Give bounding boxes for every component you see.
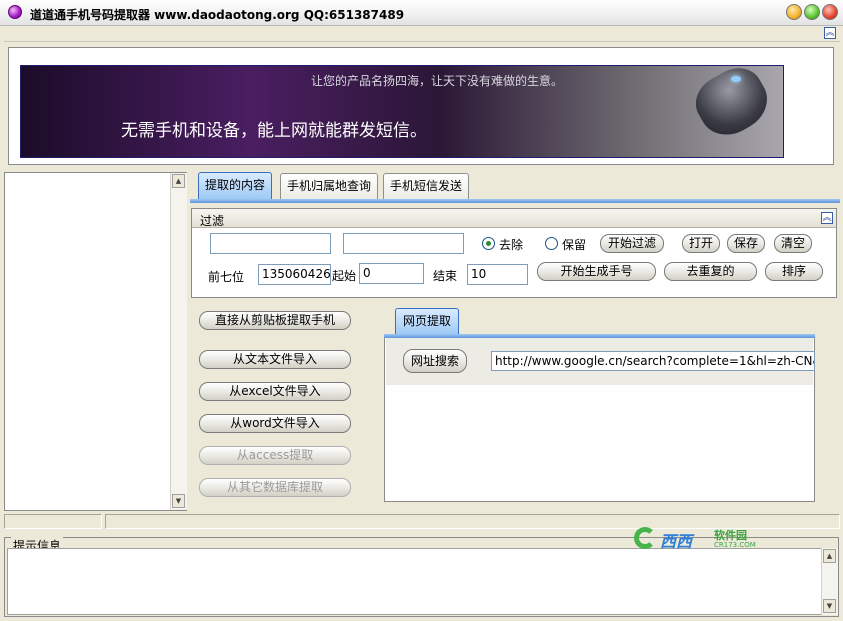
- end-input[interactable]: 10: [467, 264, 528, 285]
- hint-scrollbar[interactable]: ▲ ▼: [821, 548, 838, 615]
- title-bar: 道道通手机号码提取器 www.daodaotong.org QQ:6513874…: [0, 0, 843, 26]
- remove-radio[interactable]: [482, 237, 495, 250]
- watermark-c-icon: [634, 527, 656, 549]
- banner-frame: 让您的产品名扬四海，让天下没有难做的生意。 无需手机和设备，能上网就能群发短信。: [8, 47, 834, 165]
- close-button[interactable]: [822, 4, 838, 20]
- word-import-button[interactable]: 从word文件导入: [199, 414, 351, 433]
- number-list[interactable]: ▲ ▼: [4, 172, 187, 511]
- filter-input-2[interactable]: [343, 233, 464, 254]
- other-db-extract-button[interactable]: 从其它数据库提取: [199, 478, 351, 497]
- filter-input-1[interactable]: [210, 233, 331, 254]
- filter-title: 过滤: [200, 214, 225, 228]
- cr173-watermark-logo: 西西 软件园 CR173.COM: [630, 525, 758, 553]
- prefix-input[interactable]: 135060426: [258, 264, 331, 285]
- watermark-brand: 西西: [660, 532, 693, 551]
- tab-extracted-content[interactable]: 提取的内容: [198, 172, 273, 200]
- end-label: 结束: [433, 269, 458, 283]
- open-button[interactable]: 打开: [682, 234, 720, 253]
- filter-header: 过滤 ︽: [192, 209, 836, 228]
- top-strip: ︽: [4, 26, 840, 42]
- text-file-import-button[interactable]: 从文本文件导入: [199, 350, 351, 369]
- status-cell-1: [4, 514, 102, 529]
- app-icon: [8, 5, 22, 19]
- tab-underline: [190, 199, 840, 203]
- hint-textarea[interactable]: [7, 548, 822, 615]
- minimize-button[interactable]: [786, 4, 802, 20]
- tab-location-lookup[interactable]: 手机归属地查询: [280, 173, 379, 199]
- clear-button[interactable]: 清空: [774, 234, 812, 253]
- collapse-filter-icon[interactable]: ︽: [821, 212, 833, 224]
- hint-scroll-down-icon[interactable]: ▼: [823, 599, 836, 613]
- start-filter-button[interactable]: 开始过滤: [600, 234, 664, 253]
- excel-import-button[interactable]: 从excel文件导入: [199, 382, 351, 401]
- clipboard-extract-button[interactable]: 直接从剪贴板提取手机: [199, 311, 351, 330]
- access-extract-button[interactable]: 从access提取: [199, 446, 351, 465]
- web-extract-panel: 网址搜索 http://www.google.cn/search?complet…: [384, 338, 815, 502]
- tab-web-extract[interactable]: 网页提取: [395, 308, 459, 335]
- banner-slogan: 让您的产品名扬四海，让天下没有难做的生意。: [311, 74, 564, 88]
- generate-numbers-button[interactable]: 开始生成手号: [537, 262, 656, 281]
- sort-button[interactable]: 排序: [765, 262, 823, 281]
- watermark-url: CR173.COM: [714, 541, 756, 549]
- save-button[interactable]: 保存: [727, 234, 765, 253]
- collapse-up-icon[interactable]: ︽: [824, 27, 836, 39]
- keep-label: 保留: [562, 238, 587, 252]
- scroll-down-icon[interactable]: ▼: [172, 494, 185, 508]
- mouse-light: [731, 76, 741, 82]
- banner-ad[interactable]: 让您的产品名扬四海，让天下没有难做的生意。 无需手机和设备，能上网就能群发短信。: [20, 65, 784, 158]
- url-search-button[interactable]: 网址搜索: [403, 349, 467, 373]
- filter-panel: 过滤 ︽ 去除 保留 开始过滤 打开 保存 清空 前七位 135060426 起…: [191, 208, 837, 298]
- url-input[interactable]: http://www.google.cn/search?complete=1&h…: [491, 351, 815, 371]
- hint-scroll-up-icon[interactable]: ▲: [823, 549, 836, 563]
- start-input[interactable]: 0: [359, 263, 424, 284]
- keep-radio[interactable]: [545, 237, 558, 250]
- remove-label: 去除: [499, 238, 524, 252]
- start-label: 起始: [332, 269, 357, 283]
- window-title: 道道通手机号码提取器 www.daodaotong.org QQ:6513874…: [30, 8, 405, 22]
- banner-headline: 无需手机和设备，能上网就能群发短信。: [121, 121, 427, 141]
- list-scrollbar[interactable]: ▲ ▼: [170, 173, 187, 510]
- maximize-button[interactable]: [804, 4, 820, 20]
- scroll-up-icon[interactable]: ▲: [172, 174, 185, 188]
- tab-sms-send[interactable]: 手机短信发送: [383, 173, 470, 199]
- url-bar: 网址搜索 http://www.google.cn/search?complet…: [386, 338, 815, 385]
- prefix-label: 前七位: [208, 270, 245, 284]
- dedupe-button[interactable]: 去重复的: [664, 262, 757, 281]
